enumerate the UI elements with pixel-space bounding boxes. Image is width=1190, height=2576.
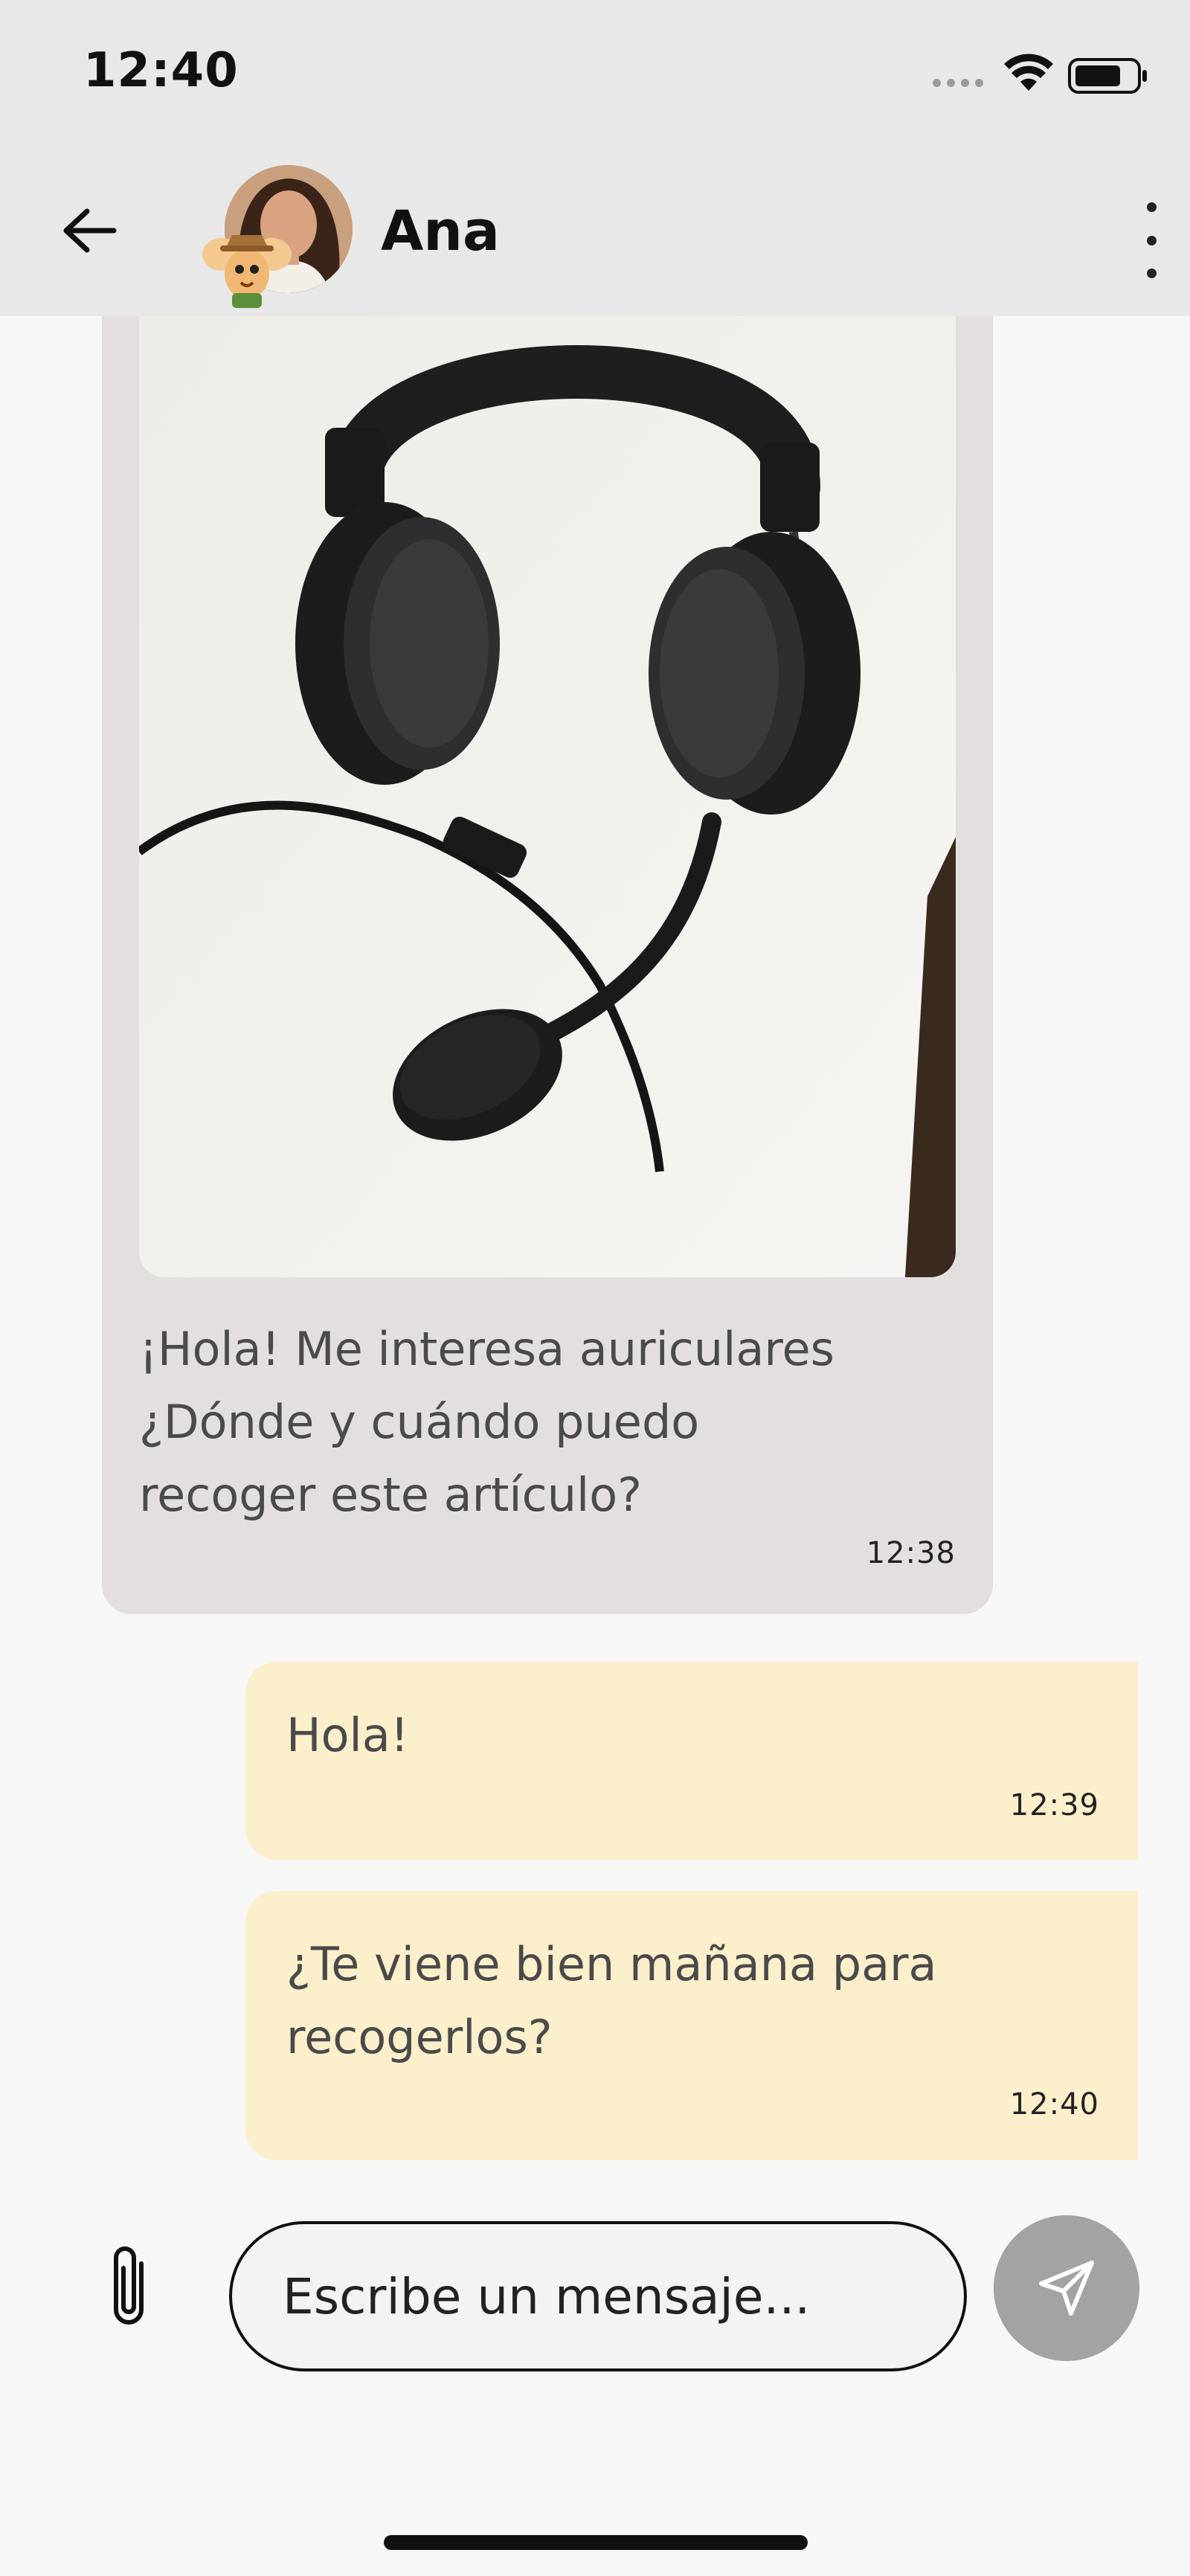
outgoing-message-time: 12:39 (1009, 1788, 1099, 1822)
headphones-image (139, 316, 956, 1277)
outgoing-message[interactable]: ¿Te viene bien mañana para recogerlos? 1… (245, 1891, 1138, 2160)
back-arrow-icon (63, 208, 117, 253)
mascot-badge-icon (202, 235, 292, 308)
outgoing-message-time: 12:40 (1009, 2087, 1099, 2121)
outgoing-message[interactable]: Hola! 12:39 (245, 1662, 1138, 1860)
wifi-icon (1004, 54, 1053, 91)
contact-name[interactable]: Ana (381, 199, 500, 263)
battery-icon (1068, 58, 1147, 94)
message-input[interactable] (229, 2221, 967, 2371)
back-button[interactable] (52, 193, 126, 268)
paperclip-icon (114, 2246, 144, 2325)
chat-header: Ana (0, 149, 1190, 316)
outgoing-message-text: ¿Te viene bien mañana para recogerlos? (286, 1937, 937, 2064)
headphones-photo[interactable] (139, 316, 956, 1277)
incoming-message-text: ¡Hola! Me interesa auriculares ¿Dónde y … (139, 1322, 834, 1522)
status-time: 12:40 (83, 43, 239, 98)
more-vert-icon (1146, 202, 1157, 212)
more-options-button[interactable] (1129, 199, 1174, 281)
home-indicator (384, 2535, 808, 2550)
send-button[interactable] (994, 2215, 1139, 2361)
outgoing-message-text: Hola! (286, 1708, 409, 1762)
signal-icon (933, 79, 983, 87)
attach-button[interactable] (95, 2232, 162, 2343)
status-bar: 12:40 (0, 0, 1190, 149)
incoming-message[interactable]: ¡Hola! Me interesa auriculares ¿Dónde y … (102, 316, 993, 1614)
incoming-message-time: 12:38 (866, 1536, 956, 1570)
send-icon (1039, 2261, 1094, 2316)
